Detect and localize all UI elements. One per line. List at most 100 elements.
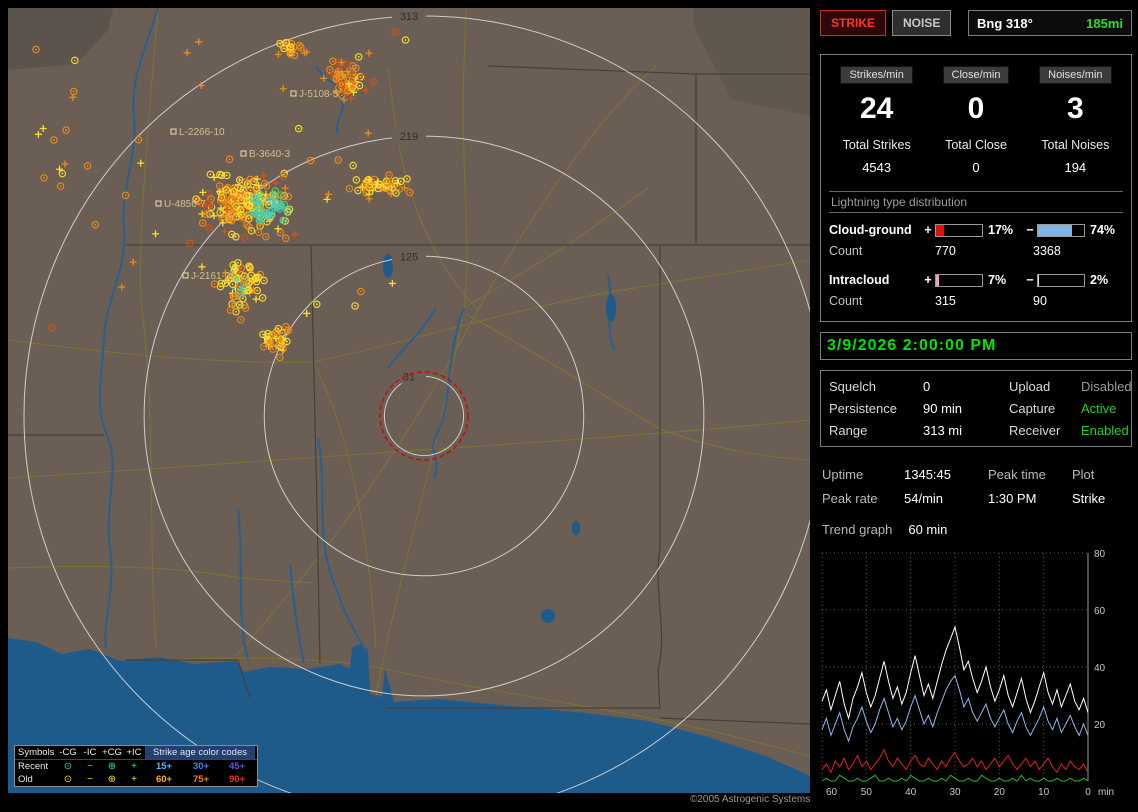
- svg-text:J-2161-3: J-2161-3: [191, 271, 231, 282]
- cg-negative-bar: [1037, 224, 1085, 237]
- copyright-text: ©2005 Astrogenic Systems: [690, 794, 810, 805]
- close-per-min-header[interactable]: Close/min: [943, 66, 1010, 84]
- svg-text:313: 313: [400, 11, 418, 23]
- uptime-value: 1345:45: [904, 467, 988, 482]
- noises-per-min-header[interactable]: Noises/min: [1039, 66, 1111, 84]
- receiver-label: Receiver: [1009, 423, 1081, 438]
- trend-chart: 204060806050403020100min: [820, 545, 1132, 803]
- legend-symbols-label: Symbols: [15, 747, 57, 758]
- receiver-status: Enabled: [1081, 423, 1132, 438]
- svg-text:219: 219: [400, 131, 418, 143]
- total-close-label: Total Close: [926, 138, 1025, 152]
- trend-header: Trend graph 60 min: [820, 522, 1132, 537]
- plot-value: Strike: [1072, 491, 1130, 506]
- cg-positive-bar: [935, 224, 983, 237]
- mode-bar: STRIKE NOISE Bng 318° 185mi: [820, 10, 1132, 36]
- legend-col-pos-ic: +IC: [123, 747, 145, 758]
- peak-rate-value: 54/min: [904, 491, 988, 506]
- persistence-value: 90 min: [923, 401, 1009, 416]
- neg-cg-recent-icon: ⊙: [57, 761, 79, 772]
- ic-negative-pct: 2%: [1085, 273, 1117, 287]
- age-75: 75+: [183, 774, 219, 785]
- strike-mode-button[interactable]: STRIKE: [820, 10, 886, 36]
- pos-cg-recent-icon: ⊕: [101, 761, 123, 772]
- lightning-map[interactable]: 31321912531J-5108-5L-2266-10B-3640-3U-48…: [8, 8, 810, 793]
- ic-minus-sign: −: [1023, 273, 1037, 287]
- legend-col-neg-cg: -CG: [57, 747, 79, 758]
- pos-ic-recent-icon: +: [123, 761, 145, 772]
- svg-text:J-5108-5: J-5108-5: [299, 89, 339, 100]
- upload-status: Disabled: [1081, 379, 1132, 394]
- svg-text:U-4856-7: U-4856-7: [164, 199, 206, 210]
- upload-label: Upload: [1009, 379, 1081, 394]
- age-45: 45+: [219, 761, 255, 772]
- cg-count-label: Count: [829, 244, 935, 258]
- cg-minus-sign: −: [1023, 223, 1037, 237]
- ic-positive-bar: [935, 274, 983, 287]
- total-noises-label: Total Noises: [1026, 138, 1125, 152]
- cg-plus-sign: +: [921, 223, 935, 237]
- svg-text:B-3640-3: B-3640-3: [249, 149, 291, 160]
- peak-rate-label: Peak rate: [822, 491, 904, 506]
- svg-text:40: 40: [905, 787, 917, 798]
- age-90: 90+: [219, 774, 255, 785]
- trend-window-value: 60 min: [908, 522, 947, 537]
- squelch-label: Squelch: [829, 379, 923, 394]
- legend-old-label: Old: [15, 774, 57, 785]
- datetime-display: 3/9/2026 2:00:00 PM: [820, 332, 1132, 360]
- cg-negative-count: 3368: [1033, 244, 1123, 258]
- strikes-per-min-header[interactable]: Strikes/min: [840, 66, 912, 84]
- svg-text:min: min: [1098, 787, 1114, 798]
- capture-label: Capture: [1009, 401, 1081, 416]
- strikes-per-min-value: 24: [827, 92, 926, 126]
- svg-text:80: 80: [1094, 549, 1106, 560]
- range-value: 313 mi: [923, 423, 1009, 438]
- ic-negative-count: 90: [1033, 294, 1123, 308]
- bearing-value: Bng 318°: [977, 16, 1033, 31]
- ic-negative-bar: [1037, 274, 1085, 287]
- plot-label: Plot: [1072, 467, 1130, 482]
- squelch-value: 0: [923, 379, 1009, 394]
- neg-ic-recent-icon: −: [79, 761, 101, 772]
- cloud-ground-label: Cloud-ground: [829, 223, 921, 237]
- rates-panel: Strikes/min Close/min Noises/min 24 0 3 …: [820, 54, 1132, 322]
- intracloud-count-row: Count 315 90: [827, 291, 1125, 311]
- trend-chart-svg: 204060806050403020100min: [820, 545, 1126, 803]
- legend-recent-label: Recent: [15, 761, 57, 772]
- noise-mode-button[interactable]: NOISE: [892, 10, 951, 36]
- intracloud-label: Intracloud: [829, 273, 921, 287]
- svg-text:125: 125: [400, 251, 418, 263]
- legend-age-title: Strike age color codes: [145, 746, 255, 759]
- ic-positive-count: 315: [935, 294, 1033, 308]
- pos-ic-old-icon: +: [123, 774, 145, 785]
- svg-text:60: 60: [826, 787, 838, 798]
- neg-cg-old-icon: ⊙: [57, 774, 79, 785]
- total-noises-value: 194: [1026, 160, 1125, 175]
- total-strikes-label: Total Strikes: [827, 138, 926, 152]
- age-30: 30+: [183, 761, 219, 772]
- svg-text:L-2266-10: L-2266-10: [179, 127, 225, 138]
- right-panel: STRIKE NOISE Bng 318° 185mi Strikes/min …: [820, 10, 1132, 803]
- peak-time-label: Peak time: [988, 467, 1072, 482]
- bearing-distance: 185mi: [1086, 16, 1123, 31]
- total-strikes-value: 4543: [827, 160, 926, 175]
- lightning-map-svg[interactable]: 31321912531J-5108-5L-2266-10B-3640-3U-48…: [8, 8, 810, 793]
- svg-text:20: 20: [994, 787, 1006, 798]
- age-15: 15+: [145, 761, 183, 772]
- uptime-label: Uptime: [822, 467, 904, 482]
- ic-positive-pct: 7%: [983, 273, 1023, 287]
- cg-positive-count: 770: [935, 244, 1033, 258]
- trend-graph-label: Trend graph: [822, 522, 892, 537]
- capture-status: Active: [1081, 401, 1132, 416]
- neg-ic-old-icon: −: [79, 774, 101, 785]
- pos-cg-old-icon: ⊕: [101, 774, 123, 785]
- cloud-ground-count-row: Count 770 3368: [827, 241, 1125, 261]
- svg-text:60: 60: [1094, 606, 1106, 617]
- cg-negative-pct: 74%: [1085, 223, 1117, 237]
- noises-per-min-value: 3: [1026, 92, 1125, 126]
- range-label: Range: [829, 423, 923, 438]
- svg-text:50: 50: [861, 787, 873, 798]
- map-legend: Symbols -CG -IC +CG +IC Strike age color…: [14, 745, 258, 787]
- close-per-min-value: 0: [926, 92, 1025, 126]
- ic-count-label: Count: [829, 294, 935, 308]
